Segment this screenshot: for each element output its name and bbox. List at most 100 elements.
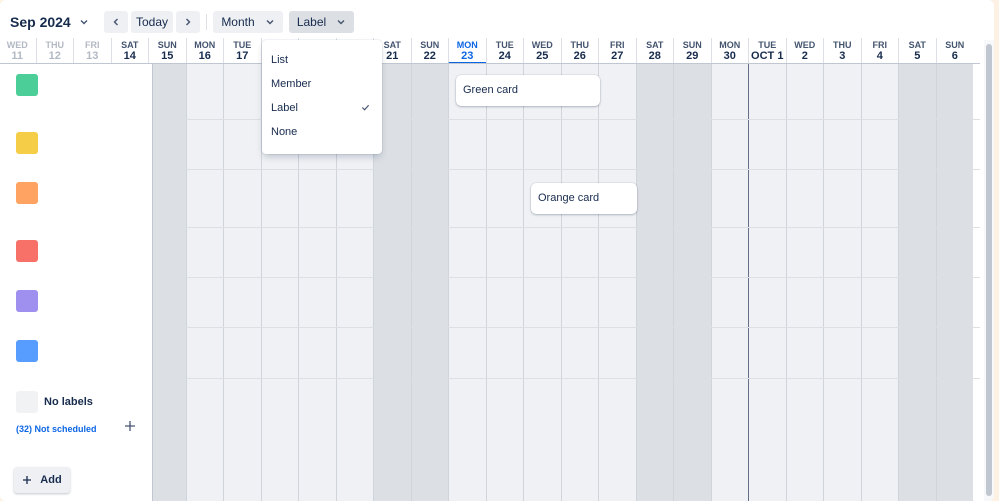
day-number: 15 <box>161 50 174 62</box>
day-number: 28 <box>648 50 661 62</box>
label-column: No labels (32) Not scheduled <box>0 64 153 501</box>
today-button[interactable]: Today <box>131 11 173 33</box>
scrollbar-thumb[interactable] <box>986 44 992 496</box>
toolbar: Sep 2024 Today Month Label <box>0 0 994 40</box>
dropdown-item-member[interactable]: Member <box>262 72 382 96</box>
group-by-select[interactable]: Label <box>289 11 354 33</box>
no-label-swatch <box>16 391 38 413</box>
dropdown-item-label: List <box>271 54 289 66</box>
check-icon <box>361 96 370 120</box>
day-header: SAT 5 <box>898 38 936 64</box>
day-column[interactable] <box>560 64 598 501</box>
day-number: 23 <box>461 50 474 62</box>
day-header: THU 12 <box>35 38 74 64</box>
day-header: WED 11 <box>0 38 36 64</box>
card-orange[interactable]: Orange card <box>531 183 637 214</box>
day-number: 6 <box>951 50 958 62</box>
label-swatch[interactable] <box>16 132 38 154</box>
day-header: TUE 24 <box>485 38 524 64</box>
no-labels-text: No labels <box>44 396 93 408</box>
day-number: OCT 1 <box>751 50 784 62</box>
day-header: WED 25 <box>523 38 561 64</box>
day-number: 29 <box>686 50 699 62</box>
day-header: SUN 22 <box>410 38 449 64</box>
day-header: MON 16 <box>185 38 224 64</box>
day-number: 5 <box>914 50 921 62</box>
day-column[interactable] <box>748 64 786 501</box>
day-number: 16 <box>198 50 211 62</box>
day-number: 17 <box>236 50 249 62</box>
label-swatch[interactable] <box>16 340 38 362</box>
next-button[interactable] <box>176 11 200 33</box>
day-column[interactable] <box>598 64 636 501</box>
chevron-down-icon <box>266 20 274 25</box>
day-number: 2 <box>801 50 808 62</box>
card-green[interactable]: Green card <box>456 75 600 106</box>
day-column[interactable] <box>785 64 823 501</box>
calendar-frame: Sep 2024 Today Month Label WED 11 THU 12 FRI… <box>0 0 994 501</box>
day-column[interactable] <box>523 64 561 501</box>
day-header: TUE OCT 1 <box>748 38 786 64</box>
chevron-left-icon <box>113 18 118 26</box>
dropdown-item-label[interactable]: Label <box>262 96 382 120</box>
day-column[interactable] <box>485 64 523 501</box>
day-header: SUN 29 <box>673 38 711 64</box>
month-picker[interactable]: Sep 2024 <box>10 10 89 34</box>
plus-icon[interactable] <box>124 419 136 436</box>
day-column[interactable] <box>673 64 711 501</box>
dropdown-item-label: Label <box>271 102 298 114</box>
day-number: 26 <box>573 50 586 62</box>
day-number: 13 <box>86 50 99 62</box>
label-swatch[interactable] <box>16 290 38 312</box>
add-label: Add <box>40 474 62 486</box>
plus-icon <box>23 476 32 484</box>
toolbar-divider <box>206 14 207 30</box>
day-column[interactable] <box>185 64 223 501</box>
day-number: 3 <box>839 50 846 62</box>
prev-button[interactable] <box>104 11 128 33</box>
month-label: Sep 2024 <box>10 14 71 30</box>
day-column[interactable] <box>823 64 861 501</box>
day-column[interactable] <box>935 64 973 501</box>
not-scheduled-link[interactable]: (32) Not scheduled <box>16 424 97 434</box>
view-select[interactable]: Month <box>213 11 283 33</box>
add-button[interactable]: Add <box>14 467 70 493</box>
day-number: 11 <box>11 50 24 62</box>
day-number: 14 <box>123 50 136 62</box>
group-by-dropdown: List Member Label None <box>262 40 382 154</box>
day-number: 24 <box>498 50 511 62</box>
day-number: 25 <box>536 50 549 62</box>
day-column[interactable] <box>410 64 448 501</box>
day-number: 27 <box>611 50 624 62</box>
view-label: Month <box>221 15 255 29</box>
day-number: 22 <box>423 50 436 62</box>
label-swatch[interactable] <box>16 74 38 96</box>
day-column[interactable] <box>148 64 186 501</box>
dropdown-item-label: None <box>271 126 298 138</box>
day-header: FRI 4 <box>860 38 899 64</box>
day-header: SAT 14 <box>110 38 149 64</box>
chevron-down-icon <box>80 20 88 25</box>
day-column[interactable] <box>710 64 748 501</box>
chevron-right-icon <box>186 18 191 26</box>
card-title: Green card <box>463 84 519 96</box>
day-column[interactable] <box>635 64 673 501</box>
day-column[interactable] <box>860 64 898 501</box>
day-number: 4 <box>876 50 883 62</box>
day-header: FRI 27 <box>598 38 636 64</box>
group-label: Label <box>296 15 327 29</box>
day-header: SUN 6 <box>935 38 974 64</box>
day-column[interactable] <box>898 64 936 501</box>
day-header: MON 23 <box>448 38 486 64</box>
day-header: SAT 28 <box>635 38 674 64</box>
day-column[interactable] <box>448 64 486 501</box>
label-swatch[interactable] <box>16 182 38 204</box>
day-header: SUN 15 <box>148 38 186 64</box>
dropdown-item-none[interactable]: None <box>262 120 382 144</box>
dropdown-item-list[interactable]: List <box>262 48 382 72</box>
day-column[interactable] <box>223 64 261 501</box>
day-header: THU 3 <box>823 38 861 64</box>
label-swatch[interactable] <box>16 240 38 262</box>
day-header: FRI 13 <box>73 38 111 64</box>
chevron-down-icon <box>337 20 345 25</box>
